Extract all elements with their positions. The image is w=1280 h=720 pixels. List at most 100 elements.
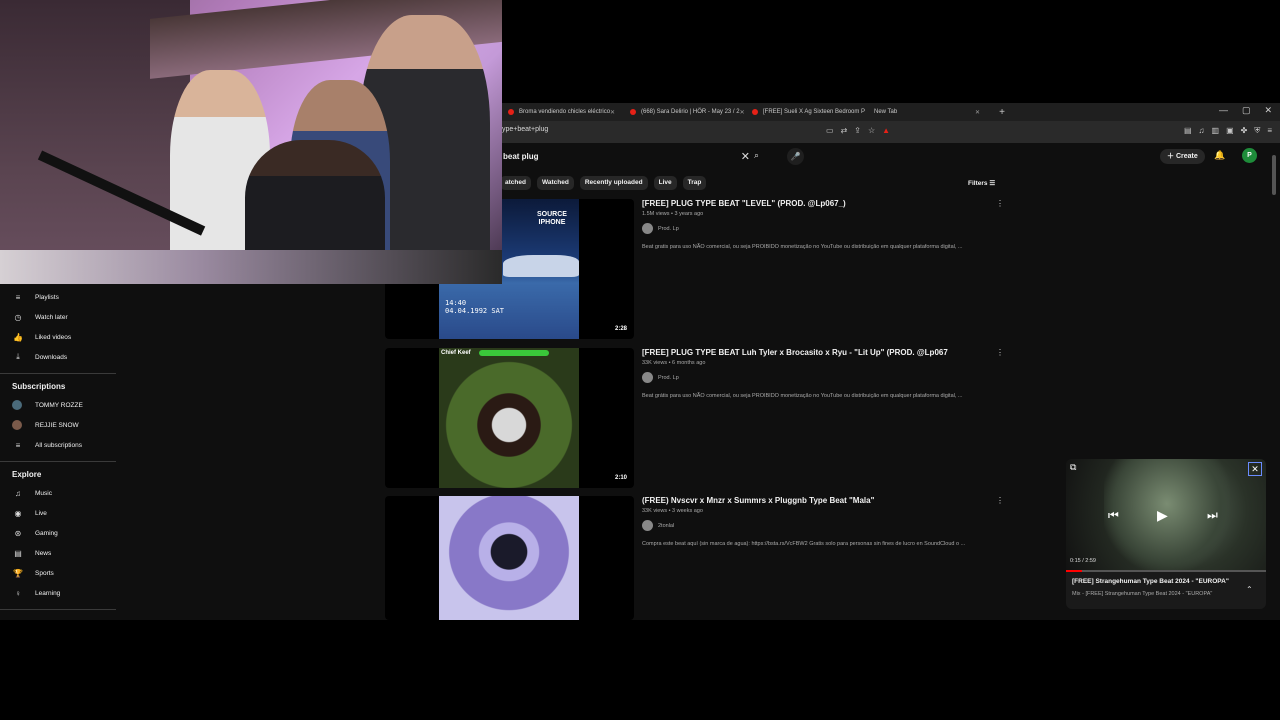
channel-link[interactable]: 2tonlal [642,520,674,531]
sidebar-icon[interactable]: ▥ [1212,126,1220,136]
youtube-favicon-icon [752,109,758,115]
duration-badge: 2:10 [611,474,630,482]
notifications-icon[interactable]: 🔔 [1214,150,1225,161]
toolbar-icons: ▤ ♫ ▥ ▣ ✤ ⛨ ≡ [1184,126,1272,136]
webcam-table [0,250,502,284]
music-icon[interactable]: ♫ [1199,126,1205,136]
playback-time: 0:15 / 2:59 [1070,558,1096,564]
youtube-favicon-icon [508,109,514,115]
video-title[interactable]: [FREE] PLUG TYPE BEAT "LEVEL" (PROD. @Lp… [642,199,846,208]
thumbnail-text-line: 04.04.1992 SAT [445,307,505,315]
video-title[interactable]: [FREE] PLUG TYPE BEAT Luh Tyler x Brocas… [642,348,948,357]
share-icon[interactable]: ⇪ [854,126,861,135]
search-box[interactable]: ✕ [500,148,750,165]
filters-button[interactable]: Filters ☰ [968,179,995,187]
reading-list-icon[interactable]: ▤ [1184,126,1192,136]
chip-live[interactable]: Live [653,176,677,190]
microphone-icon[interactable]: 🎤 [787,148,804,165]
sidebar: ≡ Playlists ◷ Watch later 👍 Liked videos ⤓ D… [0,287,116,620]
thumbnail-image: Chief Keef [439,348,579,488]
sidebar-item-liked-videos[interactable]: 👍 Liked videos [0,327,116,347]
previous-icon[interactable]: ⏮ [1108,508,1119,523]
subscriptions-heading: Subscriptions [12,382,66,391]
mini-player-subtitle: Mix - [FREE] Strangehuman Type Beat 2024… [1072,591,1213,597]
sidebar-item-learning[interactable]: ♀ Learning [0,583,116,603]
mini-player-title[interactable]: [FREE] Strangehuman Type Beat 2024 - "EU… [1072,578,1229,585]
chevron-up-icon[interactable]: ⌃ [1246,585,1253,594]
more-options-icon[interactable]: ⋮ [996,348,1004,357]
sidebar-item-sports[interactable]: 🏆 Sports [0,563,116,583]
sidebar-item-gaming[interactable]: ⊛ Gaming [0,523,116,543]
sidebar-item-label: Playlists [35,293,59,301]
channel-link[interactable]: Prod. Lp [642,223,679,234]
tab-2[interactable]: (668) Sara Delirio | HÖR - May 23 / 2 ✕ [622,103,744,121]
sidebar-item-news[interactable]: ▤ News [0,543,116,563]
window-icon[interactable]: ▣ [1226,126,1234,136]
divider [0,609,116,610]
create-button[interactable]: ＋ Create [1160,149,1205,164]
scrollbar[interactable] [1272,155,1276,195]
maximize-icon[interactable]: ▢ [1242,105,1251,116]
sidebar-item-all-subscriptions[interactable]: ≡ All subscriptions [0,435,116,455]
tab-close-icon[interactable]: ✕ [975,109,980,116]
thumbs-up-icon: 👍 [13,332,23,342]
tab-4[interactable]: New Tab ✕ [866,103,988,121]
video-thumbnail[interactable]: Chief Keef 2:10 [385,348,634,488]
account-avatar[interactable]: P [1242,148,1257,163]
bookmark-icon[interactable]: ☆ [868,126,875,135]
sidebar-item-label: Learning [35,589,61,597]
channel-name: Prod. Lp [658,225,679,232]
chip-watched[interactable]: Watched [536,176,574,190]
play-icon[interactable]: ▶ [1157,507,1168,524]
more-options-icon[interactable]: ⋮ [996,199,1004,208]
url-text[interactable]: ype+beat+plug [502,126,548,133]
filters-label: Filters [968,180,988,187]
plus-icon: ＋ [1167,153,1176,160]
progress-bar[interactable] [1066,570,1266,572]
playlist-icon: ≡ [15,292,21,302]
create-label: Create [1175,153,1198,160]
channel-link[interactable]: Prod. Lp [642,372,679,383]
cast-icon[interactable]: ▭ [826,126,834,135]
sidebar-item-watch-later[interactable]: ◷ Watch later [0,307,116,327]
video-thumbnail[interactable] [385,496,634,620]
sidebar-item-playlists[interactable]: ≡ Playlists [0,287,116,307]
new-tab-icon[interactable]: + [994,107,1010,118]
tab-1[interactable]: Broma vendiendo chicles eléctrico ✕ [500,103,622,121]
sidebar-item-live[interactable]: ◉ Live [0,503,116,523]
sidebar-item-rejjie-snow[interactable]: REJJIE SNOW [0,415,116,435]
video-description: Compra este beat aquí (sin marca de agua… [642,541,966,547]
search-input[interactable] [500,152,720,161]
chip-trap[interactable]: Trap [682,176,707,190]
close-player-icon[interactable]: ✕ [1248,462,1262,476]
tab-3[interactable]: [FREE] Sueli X Ag Sixteen Bedroom P✕ [744,103,866,121]
search-result[interactable]: Chief Keef 2:10 [FREE] PLUG TYPE BEAT Lu… [385,348,1005,488]
thumbnail-text: SOURCE IPHONE [537,211,567,227]
sidebar-item-downloads[interactable]: ⤓ Downloads [0,347,116,367]
video-title[interactable]: (FREE) Nvscvr x Mnzr x Summrs x Pluggnb … [642,496,874,505]
search-result[interactable]: (FREE) Nvscvr x Mnzr x Summrs x Pluggnb … [385,496,1005,620]
search-icon[interactable]: ⌕ [754,150,759,161]
more-options-icon[interactable]: ⋮ [996,496,1004,505]
live-icon: ◉ [14,508,22,518]
clear-search-icon[interactable]: ✕ [741,150,750,163]
shield-icon[interactable]: ⛨ [1254,126,1260,136]
extension-icon[interactable]: ▲ [882,126,890,135]
chip-unwatched[interactable]: atched [500,176,531,190]
translate-icon[interactable]: ⇄ [841,126,848,135]
address-icons: ▭ ⇄ ⇪ ☆ ▲ [826,126,890,135]
puzzle-icon[interactable]: ✤ [1241,126,1248,136]
expand-player-icon[interactable]: ⧉ [1070,462,1076,473]
tab-label: [FREE] Sueli X Ag Sixteen Bedroom P [763,109,866,115]
list-icon: ≡ [15,440,21,450]
minimize-icon[interactable]: — [1219,105,1228,116]
next-icon[interactable]: ⏭ [1207,508,1218,523]
tab-close-icon[interactable]: ✕ [610,109,615,116]
close-window-icon[interactable]: ✕ [1264,105,1272,116]
sidebar-item-music[interactable]: ♫ Music [0,483,116,503]
mini-player[interactable]: ⧉ ✕ ⏮ ▶ ⏭ 0:15 / 2:59 [FREE] Strangehuma… [1066,459,1266,609]
sidebar-item-tommy-rozze[interactable]: TOMMY ROZZE [0,395,116,415]
menu-icon[interactable]: ≡ [1267,126,1272,136]
video-meta: 1.5M views • 3 years ago [642,211,704,217]
chip-recently-uploaded[interactable]: Recently uploaded [579,176,648,190]
